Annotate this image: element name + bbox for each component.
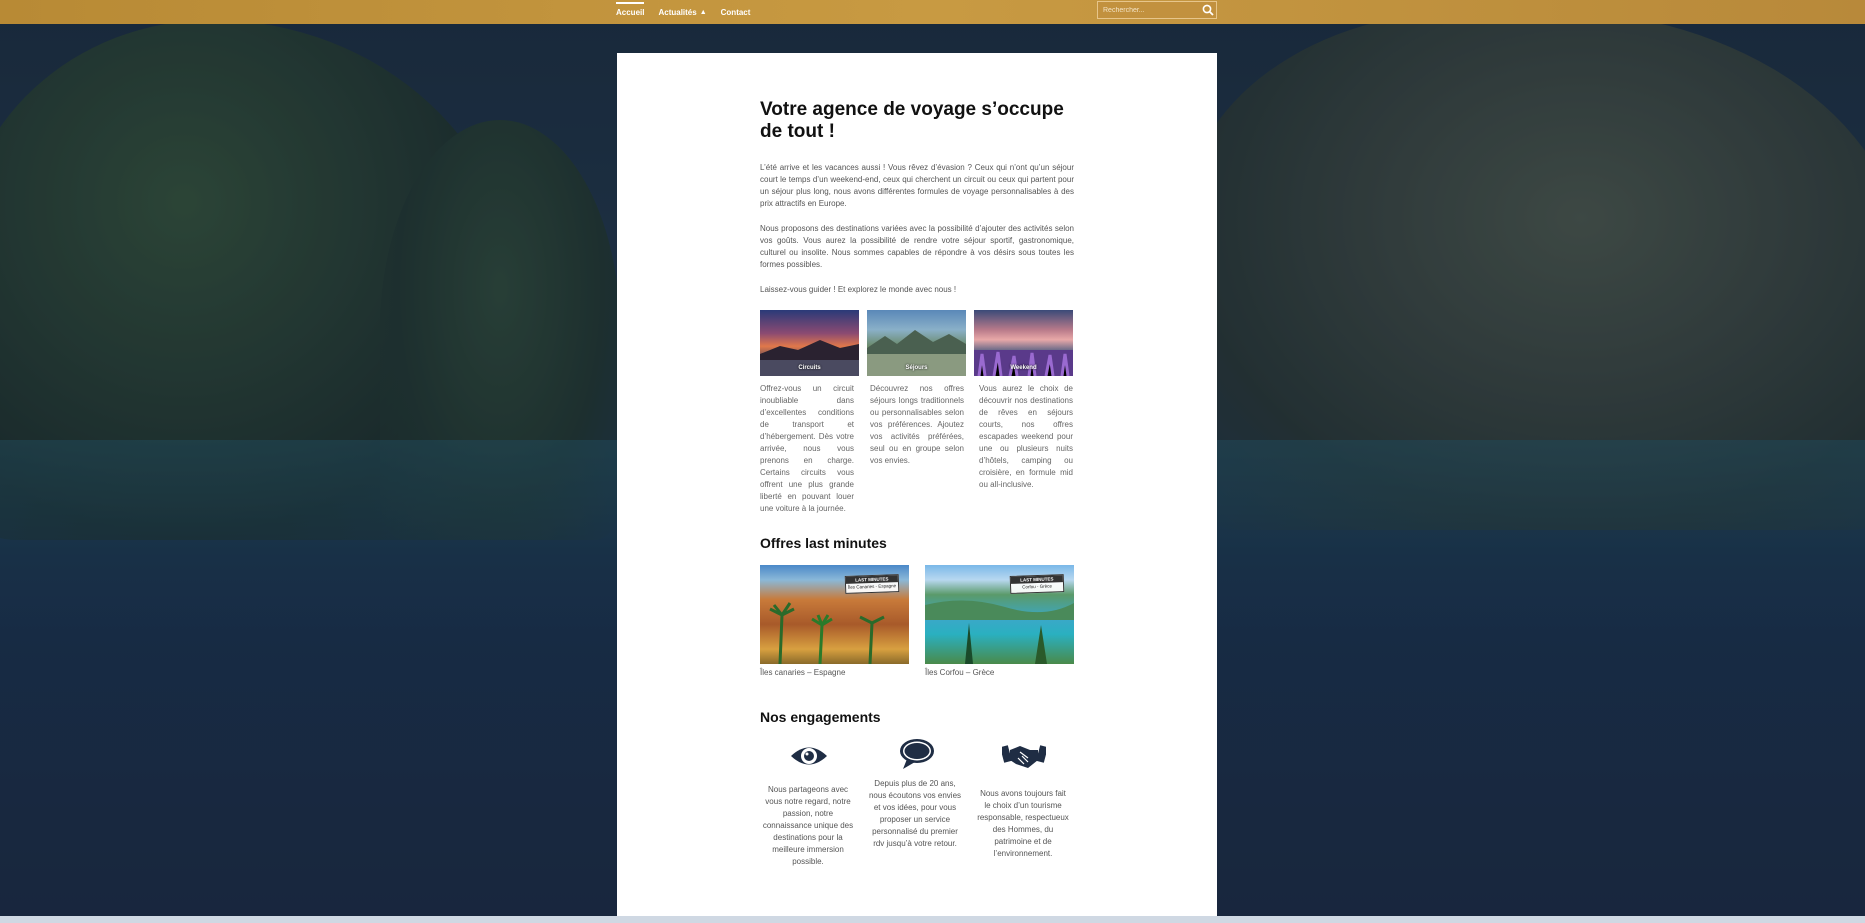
eye-icon — [789, 739, 829, 773]
nav-item-label: Actualités — [658, 7, 697, 17]
bottom-scrollbar-strip — [0, 916, 1865, 923]
engagement-text: Nous avons toujours fait le choix d’un t… — [977, 789, 1069, 858]
nav-item-label: Contact — [720, 7, 751, 17]
intro-paragraph: Laissez-vous guider ! Et explorez le mon… — [760, 285, 957, 294]
nav-item-actualites[interactable]: Actualités ▲ — [658, 8, 706, 17]
search-input[interactable] — [1098, 6, 1201, 14]
tile-description: Découvrez nos offres séjours longs tradi… — [870, 384, 964, 465]
tile-description: Vous aurez le choix de découvrir nos des… — [979, 384, 1073, 489]
nav-item-label: Accueil — [616, 7, 645, 17]
intro-paragraph: Nous proposons des destinations variées … — [760, 224, 1074, 269]
offer-caption: Îles canaries – Espagne — [760, 668, 846, 677]
offer-canaries[interactable]: LAST MINUTES Îles Canaries - Espagne — [760, 565, 909, 664]
tile-description: Offrez-vous un circuit inoubliable dans … — [760, 384, 854, 513]
intro-paragraph: L’été arrive et les vacances aussi ! Vou… — [760, 163, 1074, 208]
handshake-icon — [1000, 740, 1048, 774]
offer-corfou[interactable]: LAST MINUTES Corfou - Grèce — [925, 565, 1074, 664]
tile-sejours[interactable]: Séjours — [867, 310, 966, 376]
tile-weekend[interactable]: Weekend — [974, 310, 1073, 376]
top-navigation-bar: Accueil Actualités ▲ Contact — [0, 0, 1865, 24]
engagement-text: Nous partageons avec vous notre regard, … — [762, 785, 854, 866]
tile-label: Weekend — [1010, 365, 1037, 371]
page-title: Votre agence de voyage s’occupe de tout … — [760, 99, 1064, 142]
nav-item-contact[interactable]: Contact — [721, 8, 751, 17]
last-minute-badge: LAST MINUTES Îles Canaries - Espagne — [844, 574, 900, 594]
section-title-engagements: Nos engagements — [760, 709, 881, 725]
last-minute-badge: LAST MINUTES Corfou - Grèce — [1009, 574, 1065, 594]
speech-bubble-icon — [897, 737, 937, 771]
tile-label: Séjours — [905, 365, 928, 371]
section-title-offers: Offres last minutes — [760, 535, 887, 551]
main-menu: Accueil Actualités ▲ Contact — [616, 0, 750, 24]
nav-item-accueil[interactable]: Accueil — [616, 1, 645, 17]
tile-circuits[interactable]: Circuits — [760, 310, 859, 376]
search-bar — [1097, 1, 1217, 19]
caret-up-icon: ▲ — [699, 8, 707, 16]
search-icon[interactable] — [1201, 2, 1216, 18]
content-card: Votre agence de voyage s’occupe de tout … — [617, 53, 1217, 923]
engagement-text: Depuis plus de 20 ans, nous écoutons vos… — [868, 779, 962, 848]
offer-caption: Îles Corfou – Grèce — [925, 668, 995, 677]
tile-label: Circuits — [798, 365, 821, 371]
